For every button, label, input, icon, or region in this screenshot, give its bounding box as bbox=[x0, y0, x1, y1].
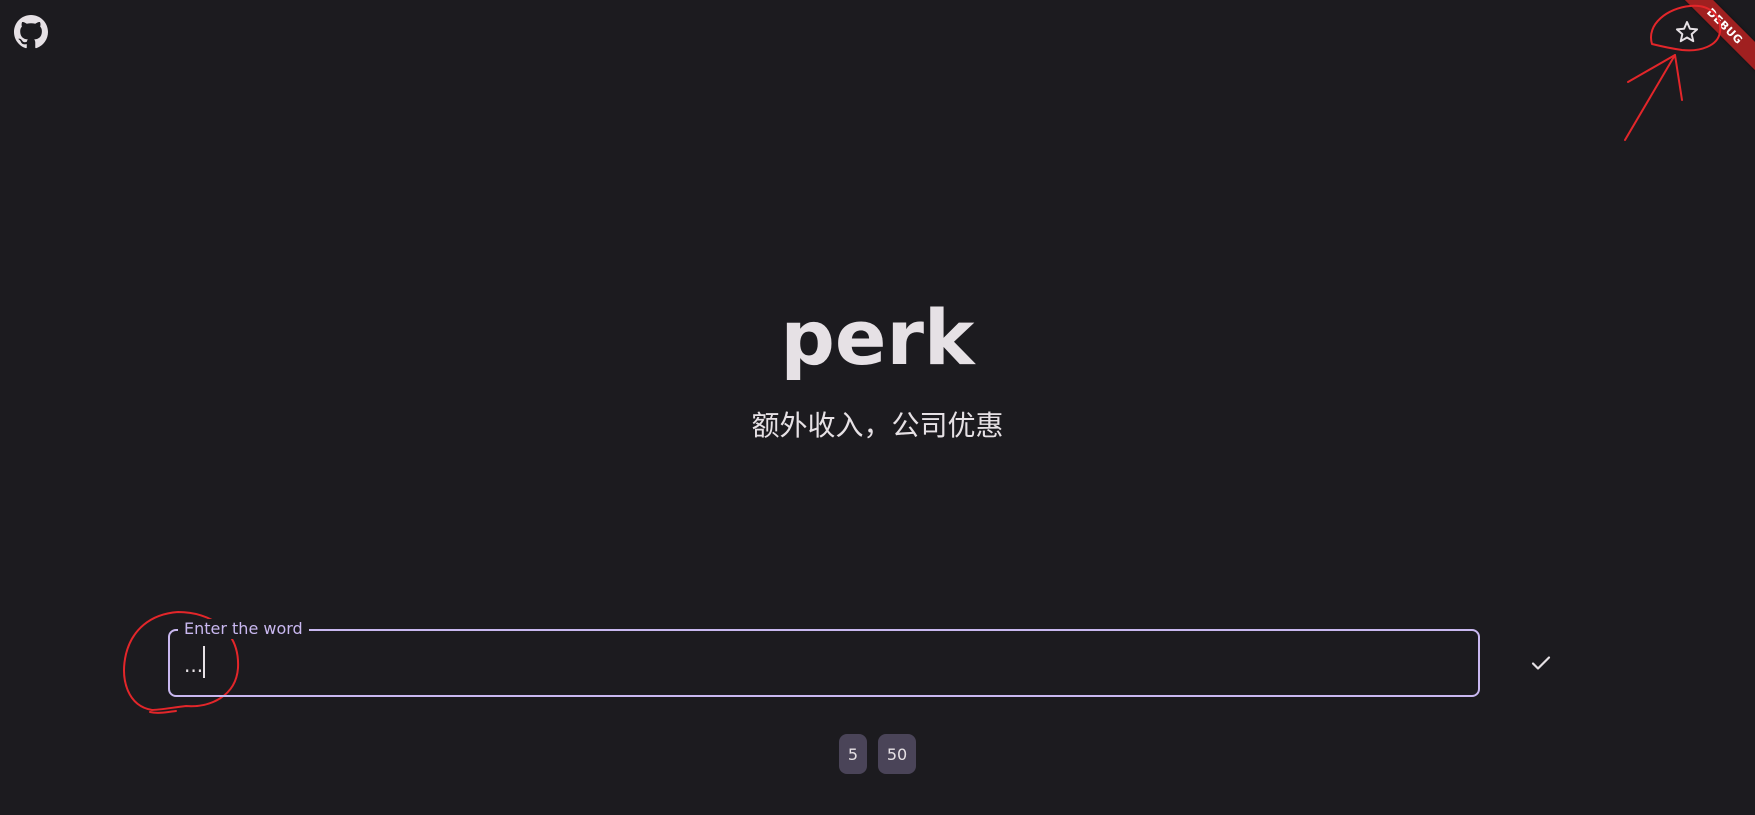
count-option-50[interactable]: 50 bbox=[878, 734, 916, 774]
answer-field-label: Enter the word bbox=[178, 619, 309, 639]
answer-field[interactable]: Enter the word bbox=[168, 619, 1480, 697]
github-link[interactable] bbox=[13, 14, 49, 50]
text-caret bbox=[203, 646, 205, 678]
count-options: 5 50 bbox=[0, 734, 1755, 774]
app-page: DEBUG perk 额外收入，公司优惠 Enter the word 5 50 bbox=[0, 0, 1755, 815]
favorite-button[interactable] bbox=[1666, 14, 1708, 50]
check-icon bbox=[1531, 656, 1551, 670]
answer-input[interactable] bbox=[182, 649, 1466, 681]
count-option-5[interactable]: 5 bbox=[839, 734, 867, 774]
annotation-arrow bbox=[1624, 54, 1676, 141]
word-title: perk bbox=[780, 293, 975, 382]
word-meaning: 额外收入，公司优惠 bbox=[751, 409, 1004, 442]
star-outline-icon bbox=[1675, 21, 1699, 43]
submit-button[interactable] bbox=[1518, 645, 1564, 681]
github-icon bbox=[14, 15, 48, 49]
